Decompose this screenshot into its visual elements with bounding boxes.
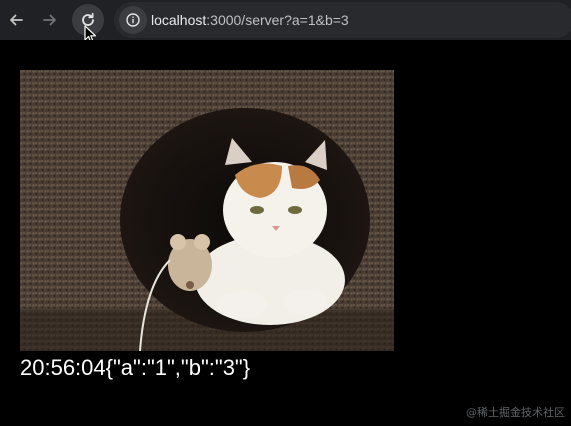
- url-text[interactable]: localhost:3000/server?a=1&b=3: [151, 2, 349, 38]
- url-path: :3000/server?a=1&b=3: [206, 12, 349, 28]
- forward-button[interactable]: [34, 4, 66, 36]
- page-content: 20:56:04{"a":"1","b":"3"} @稀土掘金技术社区: [0, 40, 571, 426]
- info-icon: [126, 13, 140, 27]
- forward-arrow-icon: [43, 14, 56, 26]
- address-bar[interactable]: localhost:3000/server?a=1&b=3: [114, 2, 571, 38]
- server-output: 20:56:04{"a":"1","b":"3"}: [20, 355, 251, 380]
- site-info-button[interactable]: [119, 6, 147, 34]
- back-arrow-icon: [10, 14, 23, 26]
- cat-in-tunnel-picture: [20, 70, 394, 351]
- watermark: @稀土掘金技术社区: [466, 406, 565, 419]
- back-button[interactable]: [0, 4, 32, 36]
- cat-image: [20, 70, 394, 351]
- url-host: localhost: [151, 12, 207, 28]
